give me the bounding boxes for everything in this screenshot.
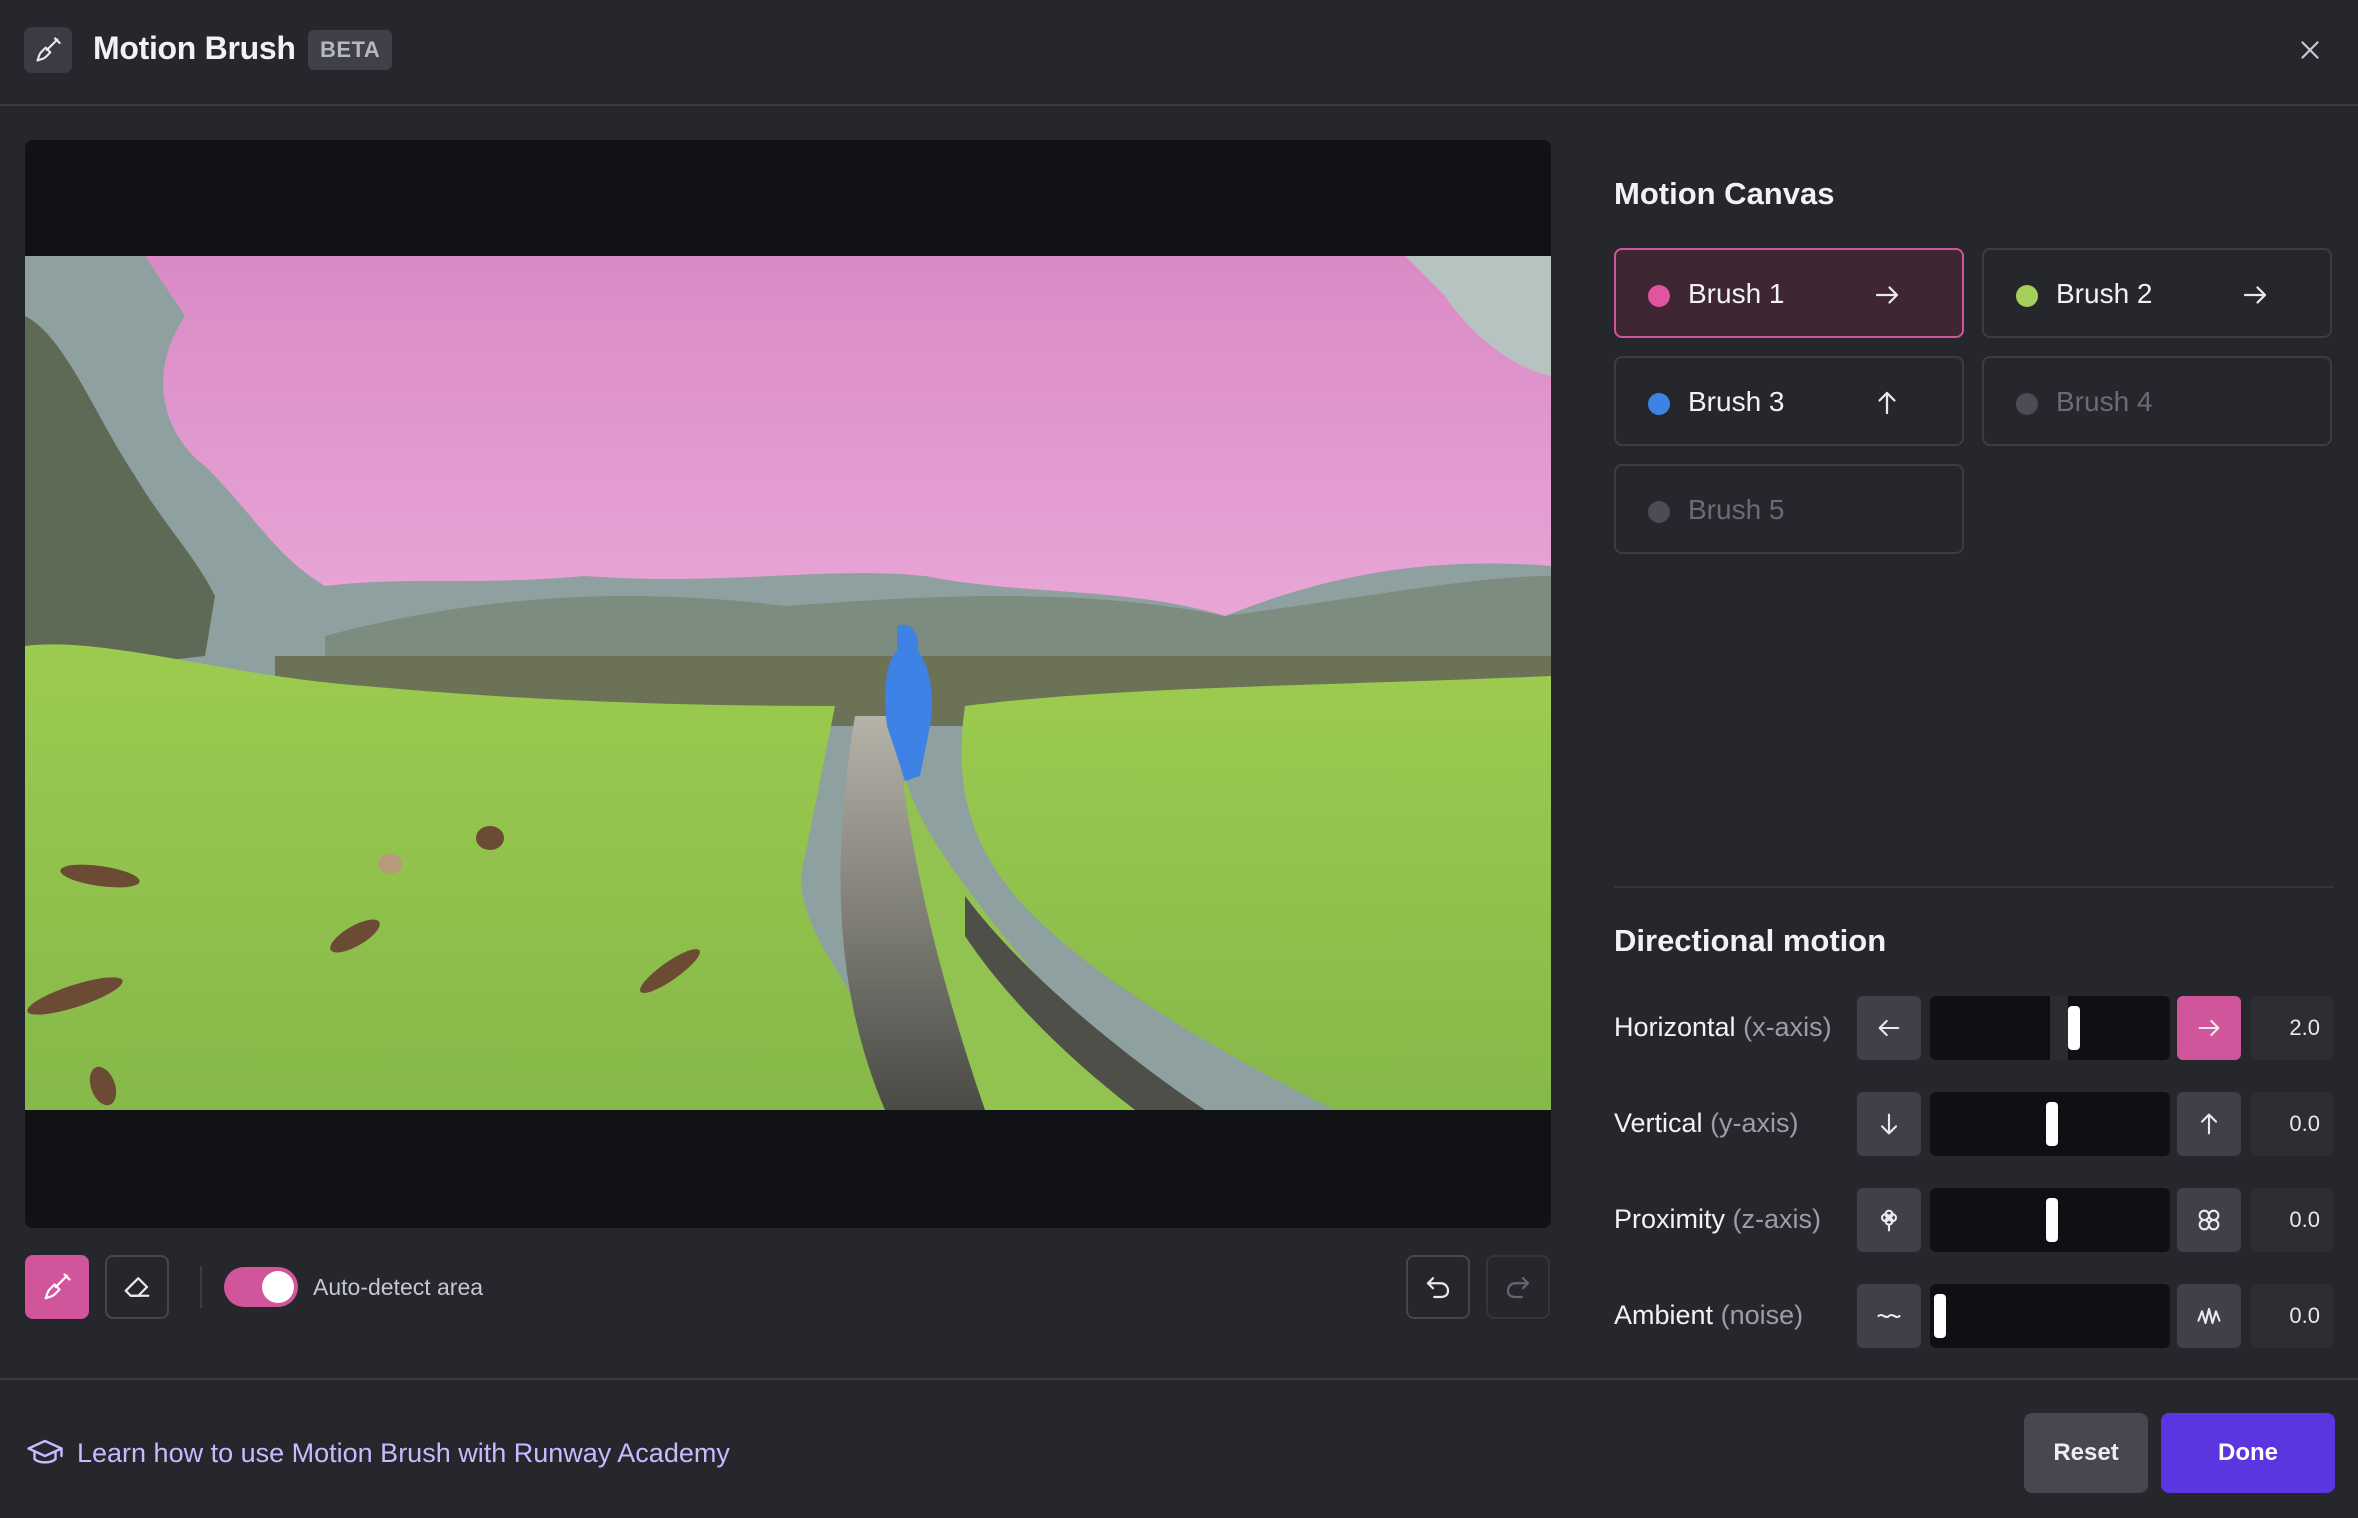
slider-thumb[interactable] [2068,1006,2080,1050]
eraser-icon [124,1277,150,1297]
slider-thumb[interactable] [1934,1294,1946,1338]
brush-direction [1872,388,1902,418]
slider-increase-button[interactable] [2177,996,2241,1060]
directional-motion-title: Directional motion [1614,923,1887,958]
zoom-in-flower-icon [2198,1209,2220,1231]
eraser-tool-button[interactable] [105,1255,169,1319]
done-button[interactable]: Done [2161,1413,2335,1493]
brush-direction [1872,280,1902,310]
brush-tool-button[interactable] [25,1255,89,1319]
modal-title: Motion Brush [93,30,296,66]
graduation-cap-icon [27,1439,63,1464]
slider-decrease-button[interactable] [1857,1188,1921,1252]
slider-increase-button[interactable] [2177,1092,2241,1156]
slider-axis-text: (y-axis) [1710,1108,1799,1138]
paintbrush-icon [44,1273,71,1300]
brush-color-dot [1648,501,1670,523]
slider-label-text: Vertical [1614,1108,1703,1138]
slider-decrease-button[interactable] [1857,996,1921,1060]
slider-track[interactable] [1930,1188,2170,1252]
slider-increase-button[interactable] [2177,1284,2241,1348]
zoom-out-flower-icon [1880,1209,1898,1232]
up-arrow-icon [1878,391,1896,415]
brush-name: Brush 5 [1688,494,1785,525]
wave-high-icon [2197,1307,2221,1325]
brush-name: Brush 1 [1688,278,1785,309]
slider-label-vertical: Vertical (y-axis) [1614,1108,1799,1139]
slider-label-text: Ambient [1614,1300,1714,1330]
brush-name: Brush 4 [2056,386,2153,417]
brush-color-dot [2016,285,2038,307]
auto-detect-toggle[interactable] [224,1267,298,1307]
brush-color-dot [1648,285,1670,307]
slider-increase-button[interactable] [2177,1188,2241,1252]
right-arrow-icon [1875,286,1899,304]
slider-label-text: Proximity [1614,1204,1726,1234]
motion-canvas[interactable] [25,140,1551,1228]
right-arrow-icon [2243,286,2267,304]
left-arrow-icon [1878,1019,1900,1037]
footer-divider [0,1378,2358,1380]
brush-card-2[interactable]: Brush 2 [1982,248,2332,338]
down-arrow-icon [1880,1113,1898,1135]
slider-value-input[interactable]: 0.0 [2250,1092,2334,1156]
motion-canvas-title: Motion Canvas [1614,176,1835,211]
wave-low-icon [1877,1313,1901,1319]
toggle-knob [262,1271,294,1303]
slider-value-input[interactable]: 0.0 [2250,1188,2334,1252]
paintbrush-icon [24,27,72,73]
right-arrow-icon [2198,1019,2220,1037]
modal-header: Motion Brush BETA [0,0,2358,106]
brush-color-dot [2016,393,2038,415]
slider-label-horizontal: Horizontal (x-axis) [1614,1012,1832,1043]
brush-card-3[interactable]: Brush 3 [1614,356,1964,446]
undo-button[interactable] [1406,1255,1470,1319]
slider-axis-text: (z-axis) [1732,1204,1822,1234]
slider-thumb[interactable] [2046,1102,2058,1146]
slider-axis-text: (x-axis) [1743,1012,1832,1042]
reset-button[interactable]: Reset [2024,1413,2148,1493]
video-frame-image [25,256,1551,1110]
undo-icon [1426,1277,1450,1299]
brush-name: Brush 3 [1688,386,1785,417]
redo-button[interactable] [1486,1255,1550,1319]
up-arrow-icon [2200,1113,2218,1135]
auto-detect-label: Auto-detect area [313,1274,484,1300]
slider-value-input[interactable]: 2.0 [2250,996,2334,1060]
slider-track[interactable] [1930,1284,2170,1348]
brush-direction [2240,280,2270,310]
slider-decrease-button[interactable] [1857,1092,1921,1156]
slider-track[interactable] [1930,1092,2170,1156]
close-icon [2301,41,2319,59]
close-button[interactable] [2290,30,2330,70]
slider-track[interactable] [1930,996,2170,1060]
slider-thumb[interactable] [2046,1198,2058,1242]
panel-divider [1614,886,2334,888]
slider-fill [2050,996,2068,1060]
brush-card-5: Brush 5 [1614,464,1964,554]
brush-card-1[interactable]: Brush 1 [1614,248,1964,338]
brush-color-dot [1648,393,1670,415]
toolbar-divider [200,1266,202,1308]
slider-label-ambient: Ambient (noise) [1614,1300,1803,1331]
slider-decrease-button[interactable] [1857,1284,1921,1348]
redo-icon [1506,1277,1530,1299]
slider-value-input[interactable]: 0.0 [2250,1284,2334,1348]
beta-badge: BETA [308,30,393,70]
slider-label-text: Horizontal [1614,1012,1736,1042]
slider-axis-text: (noise) [1720,1300,1804,1330]
brush-name: Brush 2 [2056,278,2153,309]
brush-card-4: Brush 4 [1982,356,2332,446]
academy-link[interactable]: Learn how to use Motion Brush with Runwa… [77,1438,730,1469]
slider-label-proximity: Proximity (z-axis) [1614,1204,1821,1235]
